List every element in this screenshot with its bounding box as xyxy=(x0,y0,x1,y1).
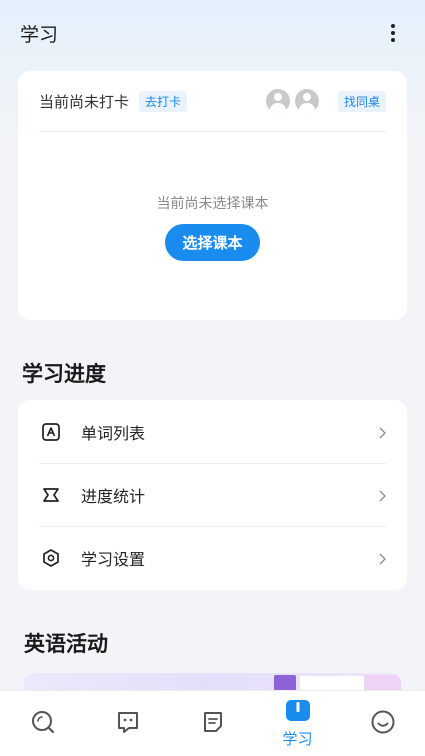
smile-icon xyxy=(370,709,396,739)
find-deskmate-button[interactable]: 找同桌 xyxy=(337,91,386,112)
chevron-right-icon xyxy=(377,425,387,439)
search-icon xyxy=(30,709,56,739)
statistics-icon xyxy=(40,484,62,506)
tab-study[interactable]: 学习 xyxy=(255,691,340,756)
progress-menu: 单词列表 进度统计 学习设置 xyxy=(18,400,407,590)
divider xyxy=(39,131,386,132)
checkin-card: 当前尚未打卡 去打卡 找同桌 当前尚未选择课本 选择课本 xyxy=(18,71,407,320)
avatar xyxy=(266,89,290,113)
menu-item-statistics[interactable]: 进度统计 xyxy=(18,463,407,526)
menu-item-label: 进度统计 xyxy=(81,486,146,506)
page-title: 学习 xyxy=(20,23,59,46)
chevron-right-icon xyxy=(377,551,387,565)
more-vertical-icon[interactable] xyxy=(381,21,405,45)
avatar xyxy=(295,89,319,113)
tab-notes[interactable] xyxy=(170,691,255,756)
menu-item-word-list[interactable]: 单词列表 xyxy=(18,400,407,463)
checkin-status: 当前尚未打卡 xyxy=(39,92,130,111)
checkin-row: 当前尚未打卡 去打卡 找同桌 xyxy=(18,71,407,131)
tab-label: 学习 xyxy=(282,729,313,748)
empty-state-text: 当前尚未选择课本 xyxy=(156,196,269,212)
app-header: 学习 xyxy=(0,0,425,66)
deskmate-avatars[interactable] xyxy=(266,89,319,113)
word-list-icon xyxy=(40,421,62,443)
tab-search[interactable] xyxy=(0,691,85,756)
bottom-tab-bar: 学习 xyxy=(0,690,425,756)
select-book-button[interactable]: 选择课本 xyxy=(165,224,260,261)
chevron-right-icon xyxy=(377,488,387,502)
menu-item-label: 单词列表 xyxy=(81,423,146,443)
menu-item-label: 学习设置 xyxy=(81,549,146,569)
activities-section-title: 英语活动 xyxy=(24,632,108,656)
settings-icon xyxy=(40,547,62,569)
menu-item-settings[interactable]: 学习设置 xyxy=(18,526,407,589)
notes-icon xyxy=(200,709,226,739)
tab-chat[interactable] xyxy=(85,691,170,756)
study-icon xyxy=(285,699,311,727)
checkin-button[interactable]: 去打卡 xyxy=(139,90,188,112)
progress-section-title: 学习进度 xyxy=(22,362,106,386)
tab-profile[interactable] xyxy=(340,691,425,756)
chat-icon xyxy=(115,709,141,739)
